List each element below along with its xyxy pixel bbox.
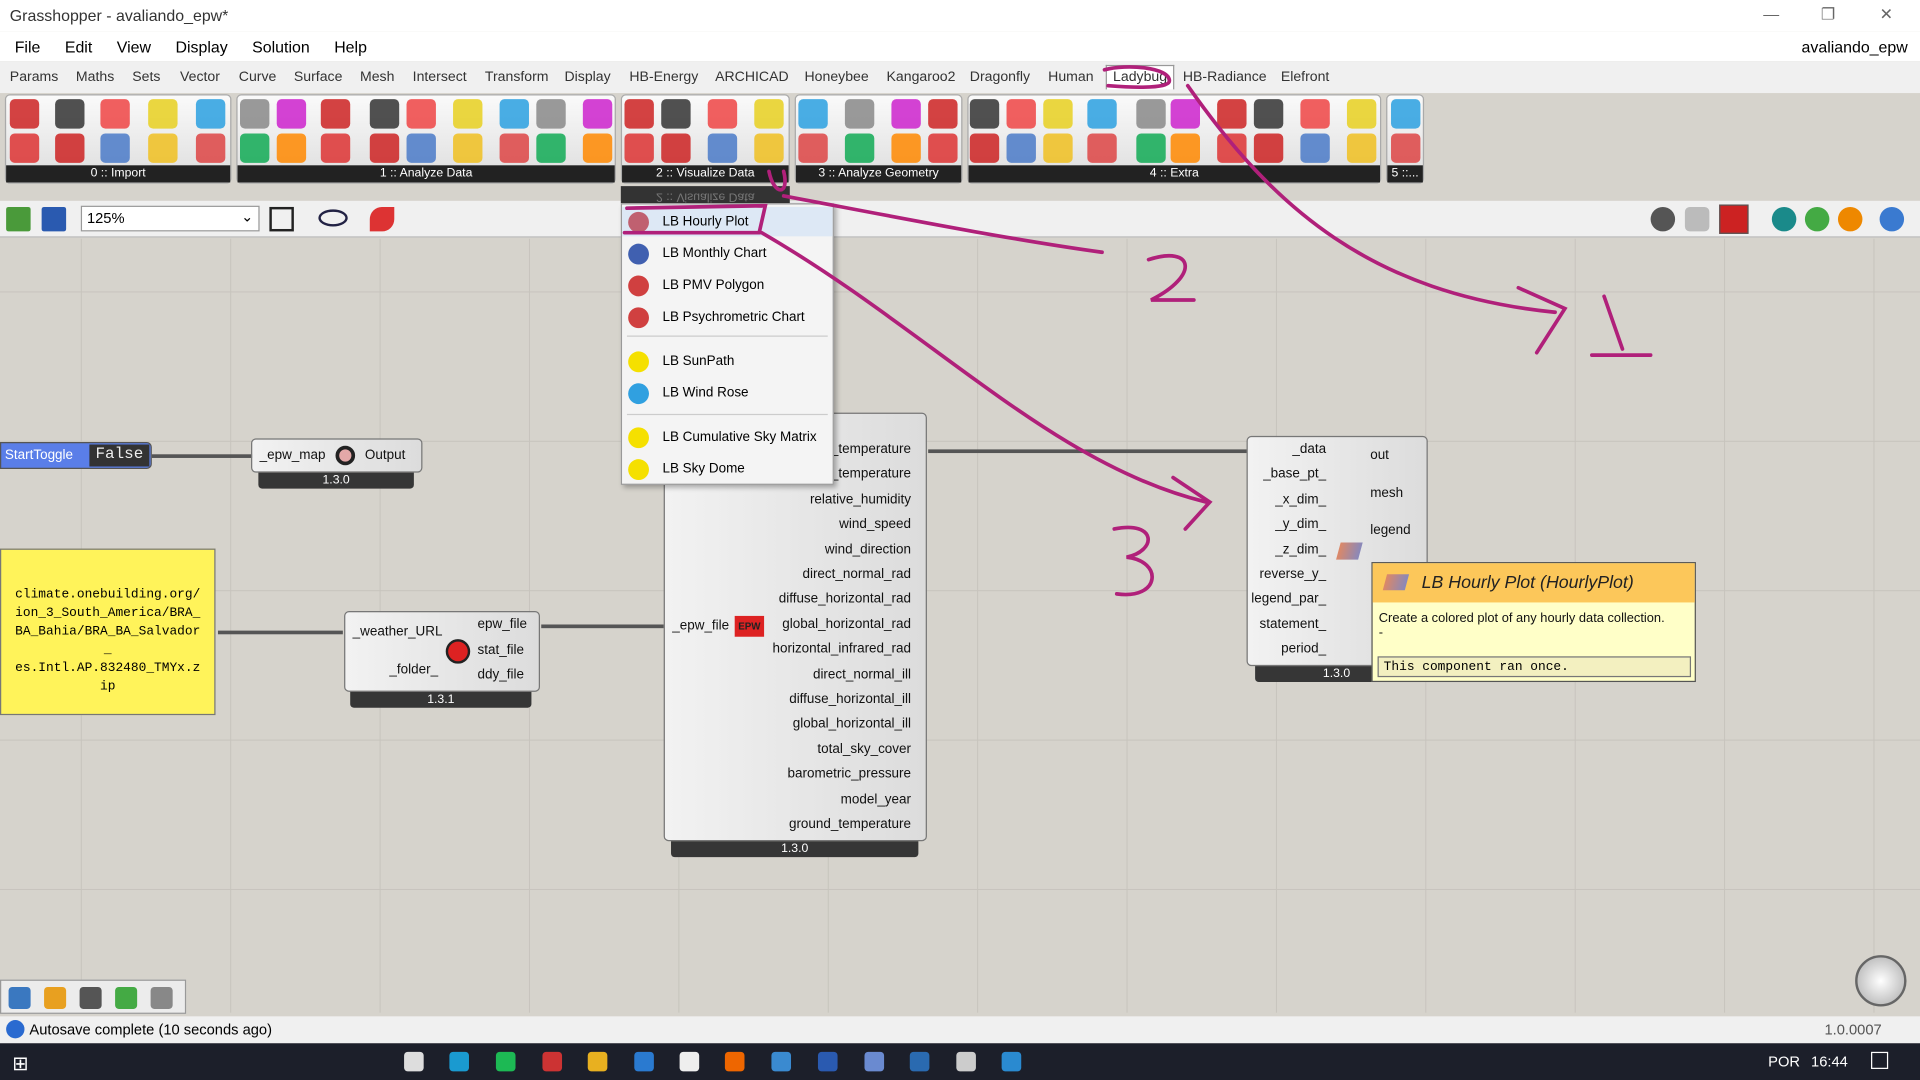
navigation-compass[interactable]: [1855, 955, 1907, 1007]
taskbar-app-icon[interactable]: [817, 1051, 838, 1072]
windows-taskbar: ⊞ POR 16:44: [0, 1043, 1920, 1080]
taskbar-app-icon[interactable]: [587, 1051, 608, 1072]
taskbar-app-icon[interactable]: [634, 1051, 654, 1072]
sky-dome-mark: [767, 169, 787, 192]
ai-icon[interactable]: [150, 986, 173, 1009]
hourly-plot-circle: [622, 203, 768, 235]
taskbar-app-icon[interactable]: [404, 1051, 424, 1072]
annotation-number-3: [1112, 525, 1154, 597]
info-icon: [6, 1020, 25, 1039]
clock[interactable]: 16:44: [1811, 1053, 1848, 1070]
arrow-1-line: [1185, 83, 1557, 315]
taskbar-app-icon[interactable]: [909, 1051, 930, 1072]
taskbar-app-icon[interactable]: [956, 1051, 976, 1072]
grasshopper-window: Grasshopper - avaliando_epw* — ❐ ✕ File E…: [0, 0, 1920, 1080]
input-language[interactable]: POR: [1768, 1053, 1800, 1070]
ladybug-tab-circle: [1102, 65, 1172, 90]
taskbar-app-icon[interactable]: [679, 1051, 700, 1072]
arrow-3-line: [759, 230, 1208, 504]
taskbar-app-icon[interactable]: [1001, 1051, 1022, 1072]
plugin-icon[interactable]: [115, 986, 138, 1009]
annotation-number-2: [1146, 253, 1196, 302]
widget-bar: [0, 979, 187, 1014]
arrow-1-head: [1516, 285, 1568, 355]
status-message: Autosave complete (10 seconds ago): [29, 1021, 272, 1039]
download-icon[interactable]: [79, 986, 102, 1009]
version-number: 1.0.0007: [1824, 1021, 1882, 1039]
taskbar-app-icon[interactable]: [724, 1051, 745, 1072]
status-bar: Autosave complete (10 seconds ago) 1.0.0…: [0, 1016, 1920, 1044]
pen-annotations: [622, 65, 1653, 597]
taskbar-app-icon[interactable]: [495, 1051, 516, 1072]
annotation-number-1: [1590, 294, 1653, 357]
taskbar-app-icon[interactable]: [542, 1051, 563, 1072]
ladybug-icon[interactable]: [44, 986, 67, 1009]
arrow-2-line: [781, 194, 1104, 255]
taskbar-app-icon[interactable]: [449, 1051, 469, 1072]
notifications-icon[interactable]: [1871, 1051, 1889, 1069]
taskbar-app-icon[interactable]: [864, 1051, 885, 1072]
python-icon[interactable]: [8, 986, 31, 1009]
taskbar-app-icon[interactable]: [771, 1051, 792, 1072]
windows-start-icon[interactable]: ⊞: [12, 1052, 28, 1076]
